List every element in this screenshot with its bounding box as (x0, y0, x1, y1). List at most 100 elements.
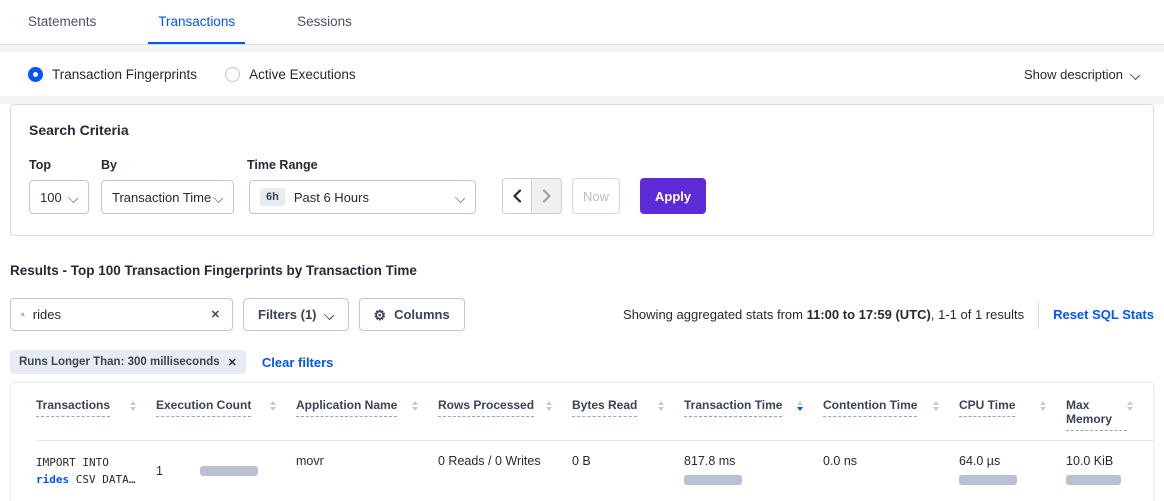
transaction-fingerprint-link[interactable]: rides (36, 473, 69, 486)
clear-filters-link[interactable]: Clear filters (262, 355, 334, 370)
column-header-rows-processed[interactable]: Rows Processed (438, 398, 572, 431)
rows-processed-cell: 0 Reads / 0 Writes (438, 454, 572, 488)
cpu-time-cell: 64.0 µs (959, 454, 1066, 488)
execution-count-bar (200, 466, 258, 476)
gear-icon: ⚙ (374, 308, 387, 322)
apply-button[interactable]: Apply (640, 178, 706, 214)
radio-label: Transaction Fingerprints (52, 67, 197, 82)
stats-text: Showing aggregated stats from 11:00 to 1… (623, 307, 1024, 322)
show-description-label: Show description (1024, 67, 1123, 82)
transactions-page: Statements Transactions Sessions Transac… (0, 0, 1164, 501)
contention-time-cell: 0.0 ns (823, 454, 959, 488)
divider-gap (0, 45, 1164, 52)
transaction-time-bar (684, 475, 742, 485)
filter-pill-label: Runs Longer Than: 300 milliseconds (19, 356, 220, 368)
radio-active-executions[interactable]: Active Executions (225, 67, 356, 82)
column-header-contention-time[interactable]: Contention Time (823, 398, 959, 431)
filter-pill: Runs Longer Than: 300 milliseconds ✕ (10, 350, 246, 374)
view-toggle-band: Transaction Fingerprints Active Executio… (0, 52, 1164, 96)
transaction-statement-line2: rides CSV DATA… (36, 471, 138, 488)
search-input[interactable] (33, 307, 209, 322)
radio-label: Active Executions (249, 67, 356, 82)
time-range-field: Time Range 6h Past 6 Hours (247, 158, 476, 214)
time-range-badge: 6h (260, 188, 285, 206)
sort-icon[interactable] (270, 401, 276, 411)
clear-search-icon[interactable]: ✕ (209, 306, 222, 323)
tab-sessions[interactable]: Sessions (287, 0, 362, 44)
columns-label: Columns (394, 307, 450, 322)
execution-count-cell: 1 (156, 454, 296, 488)
filters-label: Filters (1) (258, 307, 317, 322)
time-range-value: Past 6 Hours (294, 190, 369, 205)
tab-statements[interactable]: Statements (18, 0, 106, 44)
sort-icon[interactable] (546, 401, 552, 411)
radio-transaction-fingerprints[interactable]: Transaction Fingerprints (28, 67, 197, 82)
top-tab-bar: Statements Transactions Sessions (0, 0, 1164, 45)
time-range-select[interactable]: 6h Past 6 Hours (249, 180, 476, 214)
column-header-transactions[interactable]: Transactions (36, 398, 156, 431)
top-select-value: 100 (40, 190, 62, 205)
show-description-toggle[interactable]: Show description (1024, 67, 1140, 82)
transaction-statement-line1: IMPORT INTO (36, 454, 138, 471)
sort-icon[interactable] (412, 401, 418, 411)
time-shift-arrows (502, 178, 562, 214)
table-header-row: Transactions Execution Count Application… (11, 383, 1153, 440)
remove-filter-icon[interactable]: ✕ (228, 356, 237, 369)
by-field: By Transaction Time (101, 158, 234, 214)
radio-selected-icon (28, 67, 43, 82)
now-button[interactable]: Now (572, 178, 620, 214)
time-back-button[interactable] (502, 178, 532, 214)
active-filters-row: Runs Longer Than: 300 milliseconds ✕ Cle… (10, 350, 1154, 374)
column-header-max-memory[interactable]: Max Memory (1066, 398, 1153, 431)
results-table: Transactions Execution Count Application… (10, 382, 1154, 501)
vertical-divider (1038, 301, 1039, 329)
by-label: By (101, 158, 234, 172)
radio-unselected-icon (225, 67, 240, 82)
search-icon (21, 308, 25, 321)
top-select[interactable]: 100 (29, 180, 89, 214)
sort-icon[interactable] (1040, 401, 1046, 411)
chevron-down-icon (69, 193, 78, 202)
columns-button[interactable]: ⚙ Columns (359, 298, 465, 331)
time-forward-button[interactable] (532, 178, 562, 214)
column-header-execution-count[interactable]: Execution Count (156, 398, 296, 431)
by-select[interactable]: Transaction Time (101, 180, 234, 214)
results-toolbar: ✕ Filters (1) ⚙ Columns Showing aggregat… (10, 298, 1154, 331)
application-name-cell: movr (296, 454, 438, 488)
sort-icon-active-desc[interactable] (797, 401, 803, 411)
chevron-down-icon (456, 193, 465, 202)
divider-gap (0, 96, 1164, 104)
time-range-label: Time Range (247, 158, 476, 172)
column-header-cpu-time[interactable]: CPU Time (959, 398, 1066, 431)
transaction-time-cell: 817.8 ms (684, 454, 823, 488)
column-header-bytes-read[interactable]: Bytes Read (572, 398, 684, 431)
column-header-transaction-time[interactable]: Transaction Time (684, 398, 823, 431)
top-label: Top (29, 158, 89, 172)
top-field: Top 100 (29, 158, 89, 214)
chevron-left-icon (512, 189, 522, 203)
filters-button[interactable]: Filters (1) (243, 298, 349, 331)
max-memory-cell: 10.0 KiB (1066, 454, 1153, 488)
sort-icon[interactable] (658, 401, 664, 411)
transaction-fingerprint-cell: IMPORT INTO rides CSV DATA… (36, 454, 156, 488)
bytes-read-cell: 0 B (572, 454, 684, 488)
sort-icon[interactable] (933, 401, 939, 411)
cpu-time-bar (959, 475, 1017, 485)
stats-area: Showing aggregated stats from 11:00 to 1… (623, 301, 1154, 329)
search-criteria-card: Search Criteria Top 100 By Transaction T… (10, 104, 1154, 236)
sort-icon[interactable] (130, 401, 136, 411)
results-heading: Results - Top 100 Transaction Fingerprin… (10, 263, 1154, 278)
chevron-right-icon (542, 189, 552, 203)
sort-icon[interactable] (1127, 401, 1133, 411)
chevron-down-icon (1131, 70, 1140, 79)
max-memory-bar (1066, 475, 1121, 485)
search-criteria-title: Search Criteria (29, 122, 1135, 138)
tab-transactions[interactable]: Transactions (148, 0, 245, 44)
chevron-down-icon (325, 310, 334, 319)
chevron-down-icon (214, 193, 223, 202)
by-select-value: Transaction Time (112, 190, 211, 205)
table-row: IMPORT INTO rides CSV DATA… 1 movr 0 Rea… (11, 441, 1153, 501)
search-box[interactable]: ✕ (10, 298, 233, 331)
reset-sql-stats-link[interactable]: Reset SQL Stats (1053, 307, 1154, 322)
column-header-application-name[interactable]: Application Name (296, 398, 438, 431)
